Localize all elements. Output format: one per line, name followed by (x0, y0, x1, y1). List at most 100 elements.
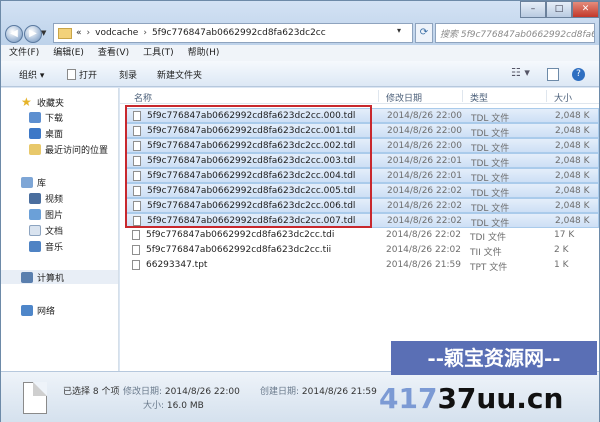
file-type: TPT 文件 (470, 263, 508, 273)
file-date: 2014/8/26 22:02 (387, 186, 462, 196)
menu-bar: 文件(F) 编辑(E) 查看(V) 工具(T) 帮助(H) (1, 45, 599, 61)
sidebar-item-pictures[interactable]: 图片 (29, 208, 63, 221)
sidebar-label: 收藏夹 (37, 98, 65, 109)
help-icon[interactable]: ? (572, 68, 585, 81)
size-value: 16.0 MB (166, 401, 204, 411)
desktop-icon (29, 128, 41, 139)
modified-info: 修改日期: 2014/8/26 22:00 (123, 384, 240, 397)
table-row[interactable]: 5f9c776847ab0662992cd8fa623dc2cc.tii 2014… (126, 243, 599, 258)
sidebar-item-downloads[interactable]: 下载 (29, 111, 63, 124)
file-date: 2014/8/26 22:02 (386, 245, 461, 255)
forward-button[interactable]: ▶ (24, 25, 42, 43)
file-icon (132, 260, 140, 270)
maximize-button[interactable]: □ (546, 1, 572, 18)
sidebar-item-music[interactable]: 音乐 (29, 240, 63, 253)
sidebar-item-documents[interactable]: 文档 (29, 224, 63, 237)
sidebar-item-network[interactable]: 网络 (21, 304, 55, 317)
breadcrumb-current-folder[interactable]: 5f9c776847ab0662992cd8fa623dc2cc (152, 28, 326, 38)
selected-count: 已选择 8 个项 (63, 387, 120, 397)
menu-file[interactable]: 文件(F) (9, 45, 39, 61)
file-date: 2014/8/26 22:02 (387, 201, 462, 211)
file-size: 2 K (554, 245, 569, 255)
file-size: 2,048 K (555, 126, 590, 136)
music-icon (29, 241, 41, 252)
sidebar-label: 计算机 (37, 273, 65, 284)
refresh-button[interactable]: ⟳ (415, 23, 433, 43)
address-separator: › (86, 28, 91, 38)
file-name: 66293347.tpt (146, 260, 208, 270)
watermark-url-part1: 417 (379, 382, 438, 415)
recent-pages-dropdown[interactable]: ▼ (41, 29, 46, 37)
address-prefix[interactable]: « (76, 28, 82, 38)
library-icon (21, 177, 33, 188)
open-icon (67, 69, 76, 80)
sidebar-label: 视频 (45, 195, 64, 205)
file-size: 2,048 K (555, 171, 590, 181)
sidebar-item-favorites[interactable]: ★ 收藏夹 (21, 95, 64, 109)
file-name: 5f9c776847ab0662992cd8fa623dc2cc.tii (146, 245, 332, 255)
created-info: 创建日期: 2014/8/26 21:59 (260, 384, 377, 397)
modified-value: 2014/8/26 22:00 (164, 387, 240, 397)
search-input[interactable]: 搜索 5f9c776847ab0662992cd8fa6... (435, 23, 595, 43)
file-size: 1 K (554, 260, 569, 270)
recent-places-icon (29, 144, 41, 155)
file-date: 2014/8/26 22:01 (387, 171, 462, 181)
address-bar[interactable]: « › vodcache › 5f9c776847ab0662992cd8fa6… (53, 23, 413, 43)
sidebar-label: 文档 (45, 227, 64, 237)
watermark-banner: --颖宝资源网-- (391, 341, 597, 375)
document-icon (29, 225, 41, 236)
column-size[interactable]: 大小 (554, 91, 572, 104)
breadcrumb-vodcache[interactable]: vodcache (95, 28, 138, 38)
sidebar-item-computer[interactable]: 计算机 (1, 270, 118, 284)
star-icon: ★ (21, 95, 32, 109)
column-header-row: 名称 修改日期 类型 大小 (120, 88, 599, 104)
file-icon (132, 245, 140, 255)
open-button[interactable]: 打开 (67, 68, 97, 81)
sidebar-label: 最近访问的位置 (45, 146, 109, 156)
preview-pane-icon[interactable] (547, 68, 559, 81)
minimize-button[interactable]: – (520, 1, 546, 18)
menu-tools[interactable]: 工具(T) (143, 45, 174, 61)
folder-icon (58, 27, 72, 39)
sidebar-label: 图片 (45, 211, 64, 221)
title-bar: – □ ✕ ◀ ▶ ▼ « › vodcache › 5f9c776847ab0… (1, 1, 599, 45)
column-type[interactable]: 类型 (470, 91, 488, 104)
file-icon (132, 230, 140, 240)
organize-button[interactable]: 组织 ▾ (19, 68, 44, 81)
sidebar-item-libraries[interactable]: 库 (21, 176, 46, 189)
burn-button[interactable]: 刻录 (119, 68, 137, 81)
address-separator: › (143, 28, 147, 38)
menu-help[interactable]: 帮助(H) (188, 45, 220, 61)
file-size: 17 K (554, 230, 575, 240)
file-date: 2014/8/26 22:02 (386, 230, 461, 240)
sidebar-label: 桌面 (45, 130, 64, 140)
address-dropdown-icon[interactable]: ▾ (397, 26, 401, 35)
back-button[interactable]: ◀ (5, 25, 23, 43)
created-value: 2014/8/26 21:59 (301, 387, 377, 397)
search-placeholder: 搜索 5f9c776847ab0662992cd8fa6... (440, 30, 595, 40)
size-info: 大小: 16.0 MB (143, 398, 204, 411)
new-folder-button[interactable]: 新建文件夹 (157, 68, 202, 81)
close-button[interactable]: ✕ (572, 1, 599, 18)
table-row[interactable]: 66293347.tpt 2014/8/26 21:59 TPT 文件 1 K (126, 258, 599, 273)
menu-edit[interactable]: 编辑(E) (53, 45, 84, 61)
highlight-box (125, 105, 372, 228)
view-options-icon[interactable]: ☷ ▾ (511, 66, 530, 79)
sidebar-label: 下载 (45, 114, 64, 124)
file-date: 2014/8/26 22:02 (387, 216, 462, 226)
sidebar-item-desktop[interactable]: 桌面 (29, 127, 63, 140)
file-name: 5f9c776847ab0662992cd8fa623dc2cc.tdi (146, 230, 335, 240)
column-date[interactable]: 修改日期 (386, 91, 422, 104)
sidebar-item-videos[interactable]: 视频 (29, 192, 63, 205)
watermark-url-part2: 37uu.cn (437, 382, 564, 415)
file-size: 2,048 K (555, 156, 590, 166)
table-row[interactable]: 5f9c776847ab0662992cd8fa623dc2cc.tdi 2014… (126, 228, 599, 243)
menu-view[interactable]: 查看(V) (98, 45, 129, 61)
column-name[interactable]: 名称 (134, 91, 152, 104)
file-icon (23, 382, 47, 414)
file-type: TDI 文件 (470, 233, 506, 243)
modified-label: 修改日期: (123, 387, 163, 397)
sidebar-item-recent-places[interactable]: 最近访问的位置 (29, 143, 108, 156)
video-icon (29, 193, 41, 204)
sidebar-label: 库 (37, 179, 47, 189)
